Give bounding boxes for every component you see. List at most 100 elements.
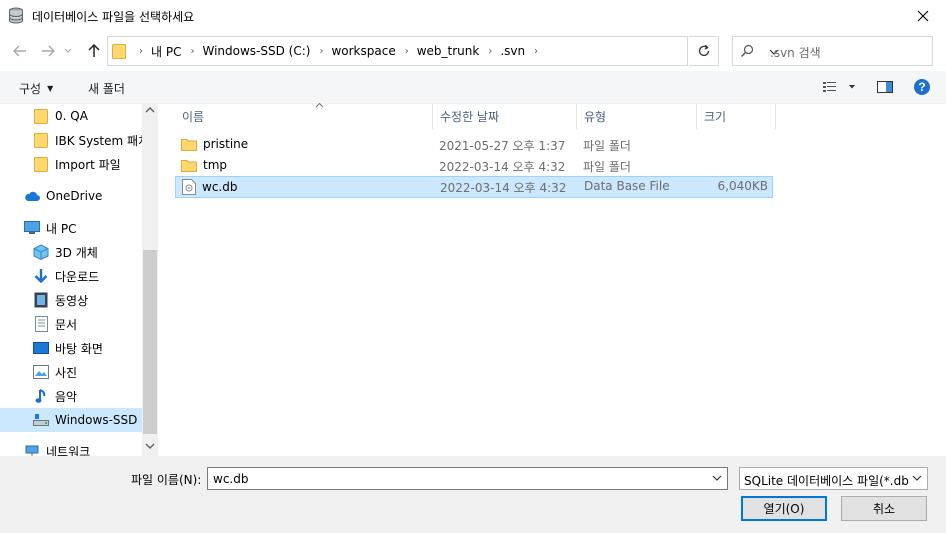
folder-icon	[112, 43, 126, 62]
column-header-type[interactable]: 유형	[577, 104, 697, 129]
scroll-down-arrow-icon[interactable]	[145, 442, 155, 453]
file-name: wc.db	[202, 180, 238, 194]
breadcrumb-chevron-icon[interactable]: ›	[319, 46, 323, 57]
filename-input[interactable]: wc.db	[207, 467, 728, 490]
folder-icon	[181, 158, 197, 172]
nav-scrollbar[interactable]	[142, 104, 158, 456]
nav-item-onedrive[interactable]: OneDrive	[0, 184, 142, 208]
window-title: 데이터베이스 파일을 선택하세요	[32, 10, 195, 24]
breadcrumb-item[interactable]: 내 PC	[151, 43, 181, 60]
forward-arrow-icon	[42, 45, 55, 57]
nav-item-import[interactable]: Import 파일	[0, 152, 142, 176]
nav-item-label: Import 파일	[55, 157, 121, 172]
cancel-button[interactable]: 취소	[841, 496, 927, 521]
nav-item-windows-ssd[interactable]: Windows-SSD (C:)	[0, 408, 142, 432]
desktop-icon	[33, 340, 49, 356]
column-header-name[interactable]: 이름	[175, 101, 433, 129]
organize-button[interactable]: 구성 ▼	[19, 80, 53, 97]
file-row-tmp[interactable]: tmp 2022-03-14 오후 4:32 파일 폴더	[175, 155, 773, 177]
nav-item-label: 내 PC	[46, 221, 77, 236]
view-options-button[interactable]	[822, 79, 860, 98]
recent-dropdown-button[interactable]	[62, 41, 74, 61]
forward-button[interactable]	[38, 41, 58, 61]
up-button[interactable]	[84, 41, 104, 61]
breadcrumb-chevron-icon[interactable]: ›	[190, 46, 194, 57]
file-name-cell: tmp	[181, 158, 227, 172]
database-icon	[8, 7, 24, 24]
file-name-cell: pristine	[181, 137, 248, 151]
breadcrumb-item[interactable]: workspace	[331, 44, 395, 58]
refresh-icon	[698, 44, 709, 57]
folder-icon	[181, 137, 197, 151]
picture-icon	[33, 364, 49, 380]
filter-dropdown-arrow[interactable]	[911, 472, 923, 487]
close-button[interactable]	[900, 0, 946, 31]
nav-item-music[interactable]: 음악	[0, 384, 142, 408]
filename-value: wc.db	[213, 472, 249, 486]
back-arrow-icon	[13, 45, 26, 57]
refresh-button[interactable]	[689, 36, 719, 66]
new-folder-button[interactable]: 새 폴더	[88, 80, 125, 97]
open-button[interactable]: 열기(O)	[741, 496, 827, 521]
file-name: tmp	[203, 158, 228, 172]
nav-item-label: 3D 개체	[55, 245, 98, 260]
nav-item-ibk[interactable]: IBK System 패치	[0, 128, 142, 152]
scroll-up-arrow-icon[interactable]	[145, 106, 155, 117]
nav-item-this-pc[interactable]: 내 PC	[0, 216, 142, 240]
address-bar[interactable]: › 내 PC › Windows-SSD (C:) › workspace › …	[107, 36, 779, 66]
navigation-pane: 0. QA IBK System 패치 Import 파일 OneDrive 내…	[0, 104, 158, 456]
nav-item-label: 0. QA	[55, 109, 88, 123]
nav-item-label: 동영상	[55, 293, 89, 308]
nav-item-3d[interactable]: 3D 개체	[0, 240, 142, 264]
breadcrumb-chevron-icon[interactable]: ›	[488, 46, 492, 57]
download-icon	[33, 268, 49, 284]
nav-item-downloads[interactable]: 다운로드	[0, 264, 142, 288]
back-button[interactable]	[10, 41, 30, 61]
folder-icon	[33, 156, 49, 172]
nav-item-documents[interactable]: 문서	[0, 312, 142, 336]
scrollbar-thumb[interactable]	[143, 250, 157, 434]
preview-pane-button[interactable]	[877, 79, 893, 98]
organize-label: 구성	[19, 82, 42, 96]
file-row-pristine[interactable]: pristine 2021-05-27 오후 1:37 파일 폴더	[175, 134, 773, 156]
file-row-wc-db[interactable]: wc.db 2022-03-14 오후 4:32 Data Base File …	[175, 176, 773, 198]
music-icon	[33, 388, 49, 404]
document-icon	[33, 316, 49, 332]
file-list: 이름 수정한 날짜 유형 크기 pristine 2021-05-27 오후 1…	[158, 101, 946, 456]
cloud-icon	[24, 188, 40, 204]
nav-item-label: 사진	[55, 365, 78, 380]
breadcrumb-item[interactable]: web_trunk	[417, 44, 480, 58]
breadcrumb-chevron-icon[interactable]: ›	[534, 46, 538, 57]
nav-item-qa[interactable]: 0. QA	[0, 104, 142, 128]
breadcrumb-chevron-icon[interactable]: ›	[405, 46, 409, 57]
help-button[interactable]: ?	[913, 78, 931, 99]
file-size: 6,040KB	[717, 179, 768, 193]
file-date: 2022-03-14 오후 4:32	[440, 181, 567, 195]
breadcrumb-item[interactable]: .svn	[500, 44, 525, 58]
filename-label: 파일 이름(N):	[131, 473, 202, 487]
nav-item-label: IBK System 패치	[55, 133, 142, 148]
column-type-label: 유형	[584, 110, 607, 124]
chevron-down-icon	[712, 475, 722, 481]
cube-icon	[33, 244, 49, 260]
nav-item-videos[interactable]: 동영상	[0, 288, 142, 312]
search-icon	[740, 44, 754, 61]
sort-up-icon	[315, 101, 324, 111]
filename-history-dropdown[interactable]	[711, 472, 723, 487]
nav-item-network[interactable]: 네트워크	[0, 439, 142, 456]
title-bar: 데이터베이스 파일을 선택하세요	[0, 0, 946, 31]
nav-item-pictures[interactable]: 사진	[0, 360, 142, 384]
search-input[interactable]: .svn 검색	[732, 36, 933, 66]
file-name: pristine	[203, 137, 249, 151]
svg-text:?: ?	[918, 80, 925, 94]
details-view-icon	[823, 82, 855, 92]
column-date-label: 수정한 날짜	[440, 110, 500, 124]
file-type-filter-select[interactable]: SQLite 데이터베이스 파일(*.db	[739, 467, 928, 490]
breadcrumb-item[interactable]: Windows-SSD (C:)	[202, 44, 310, 58]
column-size-label: 크기	[704, 110, 727, 124]
column-header-date[interactable]: 수정한 날짜	[433, 104, 577, 129]
folder-icon	[33, 132, 49, 148]
column-header-size[interactable]: 크기	[697, 104, 776, 129]
column-name-label: 이름	[182, 110, 205, 124]
nav-item-desktop[interactable]: 바탕 화면	[0, 336, 142, 360]
